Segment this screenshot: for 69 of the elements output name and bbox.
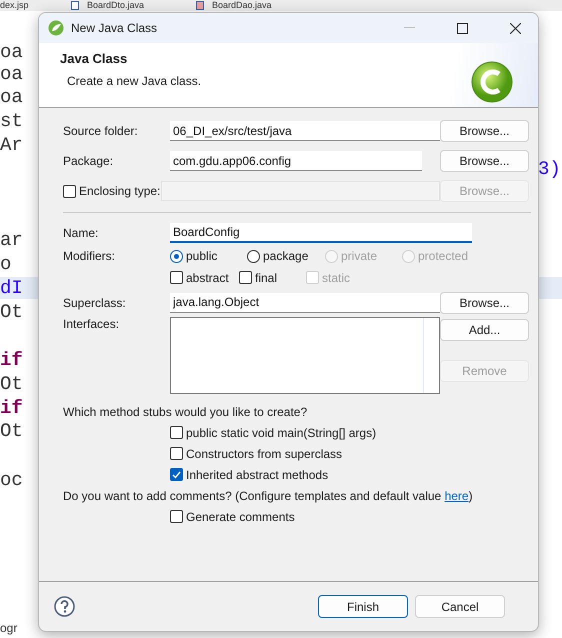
wizard-description: Create a new Java class. — [67, 74, 202, 88]
class-icon — [470, 60, 514, 104]
editor-tab[interactable]: BoardDto.java — [68, 0, 193, 11]
checkbox[interactable] — [170, 426, 183, 439]
source-folder-field[interactable]: 06_DI_ex/src/test/java — [170, 121, 440, 141]
radio-label: protected — [418, 249, 468, 263]
checkbox-label: Generate comments — [186, 510, 295, 524]
cancel-button[interactable]: Cancel — [415, 595, 505, 618]
checkbox[interactable] — [170, 447, 183, 460]
code-line: st — [0, 110, 24, 132]
checkbox[interactable] — [170, 510, 183, 523]
name-field[interactable]: BoardConfig — [170, 223, 472, 243]
code-line: Ar — [0, 134, 24, 156]
checkbox[interactable] — [170, 271, 183, 284]
wizard-title: Java Class — [60, 51, 128, 66]
field-label: Modifiers: — [63, 249, 116, 263]
code-line: oa — [0, 86, 24, 108]
editor-tab[interactable]: BoardDao.java — [193, 0, 333, 11]
checkbox[interactable] — [239, 271, 252, 284]
field-label: Superclass: — [63, 296, 127, 310]
stubs-question: Which method stubs would you like to create? — [63, 404, 308, 420]
checkbox-label: Inherited abstract methods — [186, 468, 328, 482]
code-line: oa — [0, 63, 24, 85]
field-label: Interfaces: — [63, 317, 120, 331]
close-icon — [510, 22, 520, 34]
field-label: Name: — [63, 226, 100, 240]
checkbox-label: Enclosing type: — [79, 184, 160, 198]
status-text: ogr — [0, 621, 18, 635]
editor-tab[interactable]: dex.jsp — [0, 0, 68, 11]
browse-button[interactable]: Browse... — [440, 150, 529, 172]
maximize-icon — [456, 22, 468, 34]
code-line: if — [0, 397, 24, 419]
code-line: oc — [0, 469, 24, 491]
field-label: Package: — [63, 154, 114, 168]
radio-button[interactable] — [170, 250, 183, 262]
file-icon — [196, 1, 204, 10]
code-line: Ot — [0, 373, 24, 395]
help-icon[interactable] — [54, 596, 75, 617]
leaf-icon — [48, 20, 64, 36]
minimize-icon — [404, 27, 414, 29]
checkbox-label: static — [322, 270, 350, 284]
code-line: dI — [0, 277, 24, 299]
field-label: Source folder: — [63, 124, 139, 138]
radio-label: package — [263, 249, 308, 263]
code-line: Ot — [0, 301, 24, 323]
code-line: Ot — [0, 420, 24, 442]
code-line: ar — [0, 229, 24, 251]
checkbox-label: public static void main(String[] args) — [186, 426, 376, 440]
window-title: New Java Class — [71, 21, 158, 35]
package-field[interactable]: com.gdu.app06.config — [170, 151, 422, 171]
checkbox-label: final — [255, 270, 278, 284]
code-line: if — [0, 349, 24, 371]
checkbox-label: Constructors from superclass — [186, 446, 342, 460]
add-button[interactable]: Add... — [440, 319, 529, 341]
templates-link[interactable]: here — [444, 488, 469, 502]
code-line: oa — [0, 41, 24, 63]
radio-button[interactable] — [247, 250, 260, 262]
comments-question: Do you want to add comments? (Configure templates and default value here) — [63, 488, 474, 504]
radio-label: public — [186, 249, 218, 263]
code-text: 3) — [538, 158, 561, 180]
code-line: o — [0, 253, 12, 275]
checkbox-label: abstract — [186, 270, 229, 284]
radio-label: private — [341, 249, 378, 263]
interfaces-list[interactable] — [170, 317, 440, 394]
checkbox[interactable] — [170, 468, 183, 481]
superclass-field[interactable]: java.lang.Object — [170, 292, 440, 312]
browse-button[interactable]: Browse... — [440, 292, 529, 314]
finish-button[interactable]: Finish — [318, 595, 408, 618]
browse-button[interactable]: Browse... — [440, 120, 529, 142]
